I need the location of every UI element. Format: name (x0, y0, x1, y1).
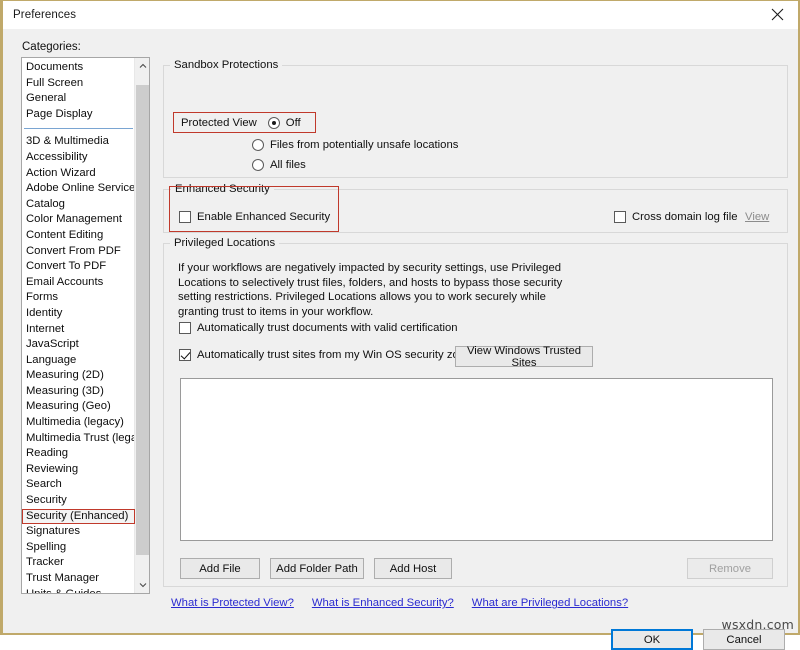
add-folder-path-button[interactable]: Add Folder Path (270, 558, 364, 579)
sidebar-item-email-accounts[interactable]: Email Accounts (22, 275, 135, 291)
view-windows-trusted-sites-button[interactable]: View Windows Trusted Sites (455, 345, 593, 369)
privileged-locations-description: If your workflows are negatively impacte… (178, 262, 563, 318)
radio-all-files[interactable]: All files (252, 159, 306, 171)
checkbox-trust-win-os-zones[interactable]: Automatically trust sites from my Win OS… (179, 349, 477, 361)
categories-separator (22, 122, 135, 134)
radio-label-unsafe: Files from potentially unsafe locations (270, 139, 459, 151)
dialog-body: Categories: Documents Full Screen General P… (3, 29, 798, 650)
radio-label-off: Off (285, 116, 301, 129)
checkbox-icon (614, 211, 626, 223)
sidebar-item-action-wizard[interactable]: Action Wizard (22, 166, 135, 182)
checkbox-icon (179, 349, 191, 361)
chevron-up-icon[interactable] (135, 58, 149, 74)
trust-sites-label: Automatically trust sites from my Win OS… (197, 349, 477, 361)
enhanced-security-title: Enhanced Security (171, 183, 274, 195)
sidebar-item-3d-multimedia[interactable]: 3D & Multimedia (22, 134, 135, 150)
link-what-is-protected-view[interactable]: What is Protected View? (171, 597, 294, 609)
sidebar-item-reviewing[interactable]: Reviewing (22, 462, 135, 478)
window-title: Preferences (13, 8, 77, 21)
radio-protected-view-off[interactable]: Off (267, 116, 301, 129)
sidebar-item-spelling[interactable]: Spelling (22, 540, 135, 556)
radio-unsafe-locations[interactable]: Files from potentially unsafe locations (252, 139, 458, 151)
radio-icon (267, 116, 280, 129)
categories-listbox[interactable]: Documents Full Screen General Page Display 3… (21, 57, 150, 594)
protected-view-label: Protected View (181, 116, 257, 129)
sidebar-item-internet[interactable]: Internet (22, 322, 135, 338)
checkbox-cross-domain-log[interactable]: Cross domain log file (614, 211, 737, 223)
sidebar-item-convert-to-pdf[interactable]: Convert To PDF (22, 259, 135, 275)
sidebar-item-measuring-3d[interactable]: Measuring (3D) (22, 384, 135, 400)
sandbox-protections-title: Sandbox Protections (170, 59, 283, 71)
cross-domain-log-label: Cross domain log file (632, 211, 738, 223)
sidebar-item-content-editing[interactable]: Content Editing (22, 228, 135, 244)
enable-enhanced-security-label: Enable Enhanced Security (197, 211, 331, 223)
scrollbar-thumb[interactable] (136, 85, 149, 555)
sidebar-item-search[interactable]: Search (22, 477, 135, 493)
sidebar-item-measuring-geo[interactable]: Measuring (Geo) (22, 399, 135, 415)
checkbox-icon (179, 211, 191, 223)
sidebar-item-adobe-online-services[interactable]: Adobe Online Services (22, 181, 141, 197)
link-what-are-privileged-locations[interactable]: What are Privileged Locations? (472, 597, 628, 609)
sidebar-item-language[interactable]: Language (22, 353, 135, 369)
sidebar-item-full-screen[interactable]: Full Screen (22, 76, 135, 92)
sidebar-item-multimedia-trust-legacy[interactable]: Multimedia Trust (legacy) (22, 431, 149, 447)
sidebar-item-color-management[interactable]: Color Management (22, 212, 135, 228)
sidebar-item-units-guides[interactable]: Units & Guides (22, 587, 135, 593)
radio-label-all-files: All files (270, 159, 306, 171)
sidebar-item-accessibility[interactable]: Accessibility (22, 150, 135, 166)
link-what-is-enhanced-security[interactable]: What is Enhanced Security? (312, 597, 454, 609)
close-icon[interactable] (756, 1, 798, 28)
sidebar-item-documents[interactable]: Documents (22, 60, 135, 76)
sidebar-item-signatures[interactable]: Signatures (22, 524, 135, 540)
remove-button: Remove (687, 558, 773, 579)
checkbox-trust-certified-documents[interactable]: Automatically trust documents with valid… (179, 322, 458, 334)
checkbox-enable-enhanced-security[interactable]: Enable Enhanced Security (179, 211, 330, 223)
sidebar-item-measuring-2d[interactable]: Measuring (2D) (22, 368, 135, 384)
sidebar-item-multimedia-legacy[interactable]: Multimedia (legacy) (22, 415, 135, 431)
cancel-button[interactable]: Cancel (703, 629, 785, 650)
title-bar: Preferences (3, 1, 798, 29)
add-host-button[interactable]: Add Host (374, 558, 452, 579)
categories-scrollbar[interactable] (134, 58, 149, 593)
sidebar-item-page-display[interactable]: Page Display (22, 107, 135, 123)
ok-button[interactable]: OK (611, 629, 693, 650)
sidebar-item-reading[interactable]: Reading (22, 446, 135, 462)
sidebar-item-javascript[interactable]: JavaScript (22, 337, 135, 353)
watermark: wsxdn.com (721, 617, 794, 632)
categories-label: Categories: (22, 41, 81, 53)
checkbox-icon (179, 322, 191, 334)
radio-icon (252, 139, 264, 151)
categories-items: Documents Full Screen General Page Display 3… (22, 58, 149, 593)
sidebar-item-tracker[interactable]: Tracker (22, 555, 135, 571)
chevron-down-icon[interactable] (135, 577, 149, 593)
add-file-button[interactable]: Add File (180, 558, 260, 579)
sidebar-item-trust-manager[interactable]: Trust Manager (22, 571, 135, 587)
protected-view-highlight: Protected View Off (173, 112, 316, 133)
trust-documents-label: Automatically trust documents with valid… (197, 322, 458, 334)
sidebar-item-security[interactable]: Security (22, 493, 135, 509)
sidebar-item-convert-from-pdf[interactable]: Convert From PDF (22, 244, 135, 260)
view-log-link[interactable]: View (745, 211, 769, 223)
sidebar-item-security-enhanced[interactable]: Security (Enhanced) (22, 508, 135, 525)
sidebar-item-identity[interactable]: Identity (22, 306, 135, 322)
privileged-locations-title: Privileged Locations (170, 237, 280, 249)
sidebar-item-general[interactable]: General (22, 91, 135, 107)
privileged-locations-listbox[interactable] (180, 378, 773, 541)
help-links: What is Protected View? What is Enhanced… (171, 597, 628, 609)
preferences-dialog: Preferences Categories: Documents Full Sc… (0, 0, 800, 650)
sidebar-item-catalog[interactable]: Catalog (22, 197, 135, 213)
sidebar-item-forms[interactable]: Forms (22, 290, 135, 306)
radio-icon (252, 159, 264, 171)
